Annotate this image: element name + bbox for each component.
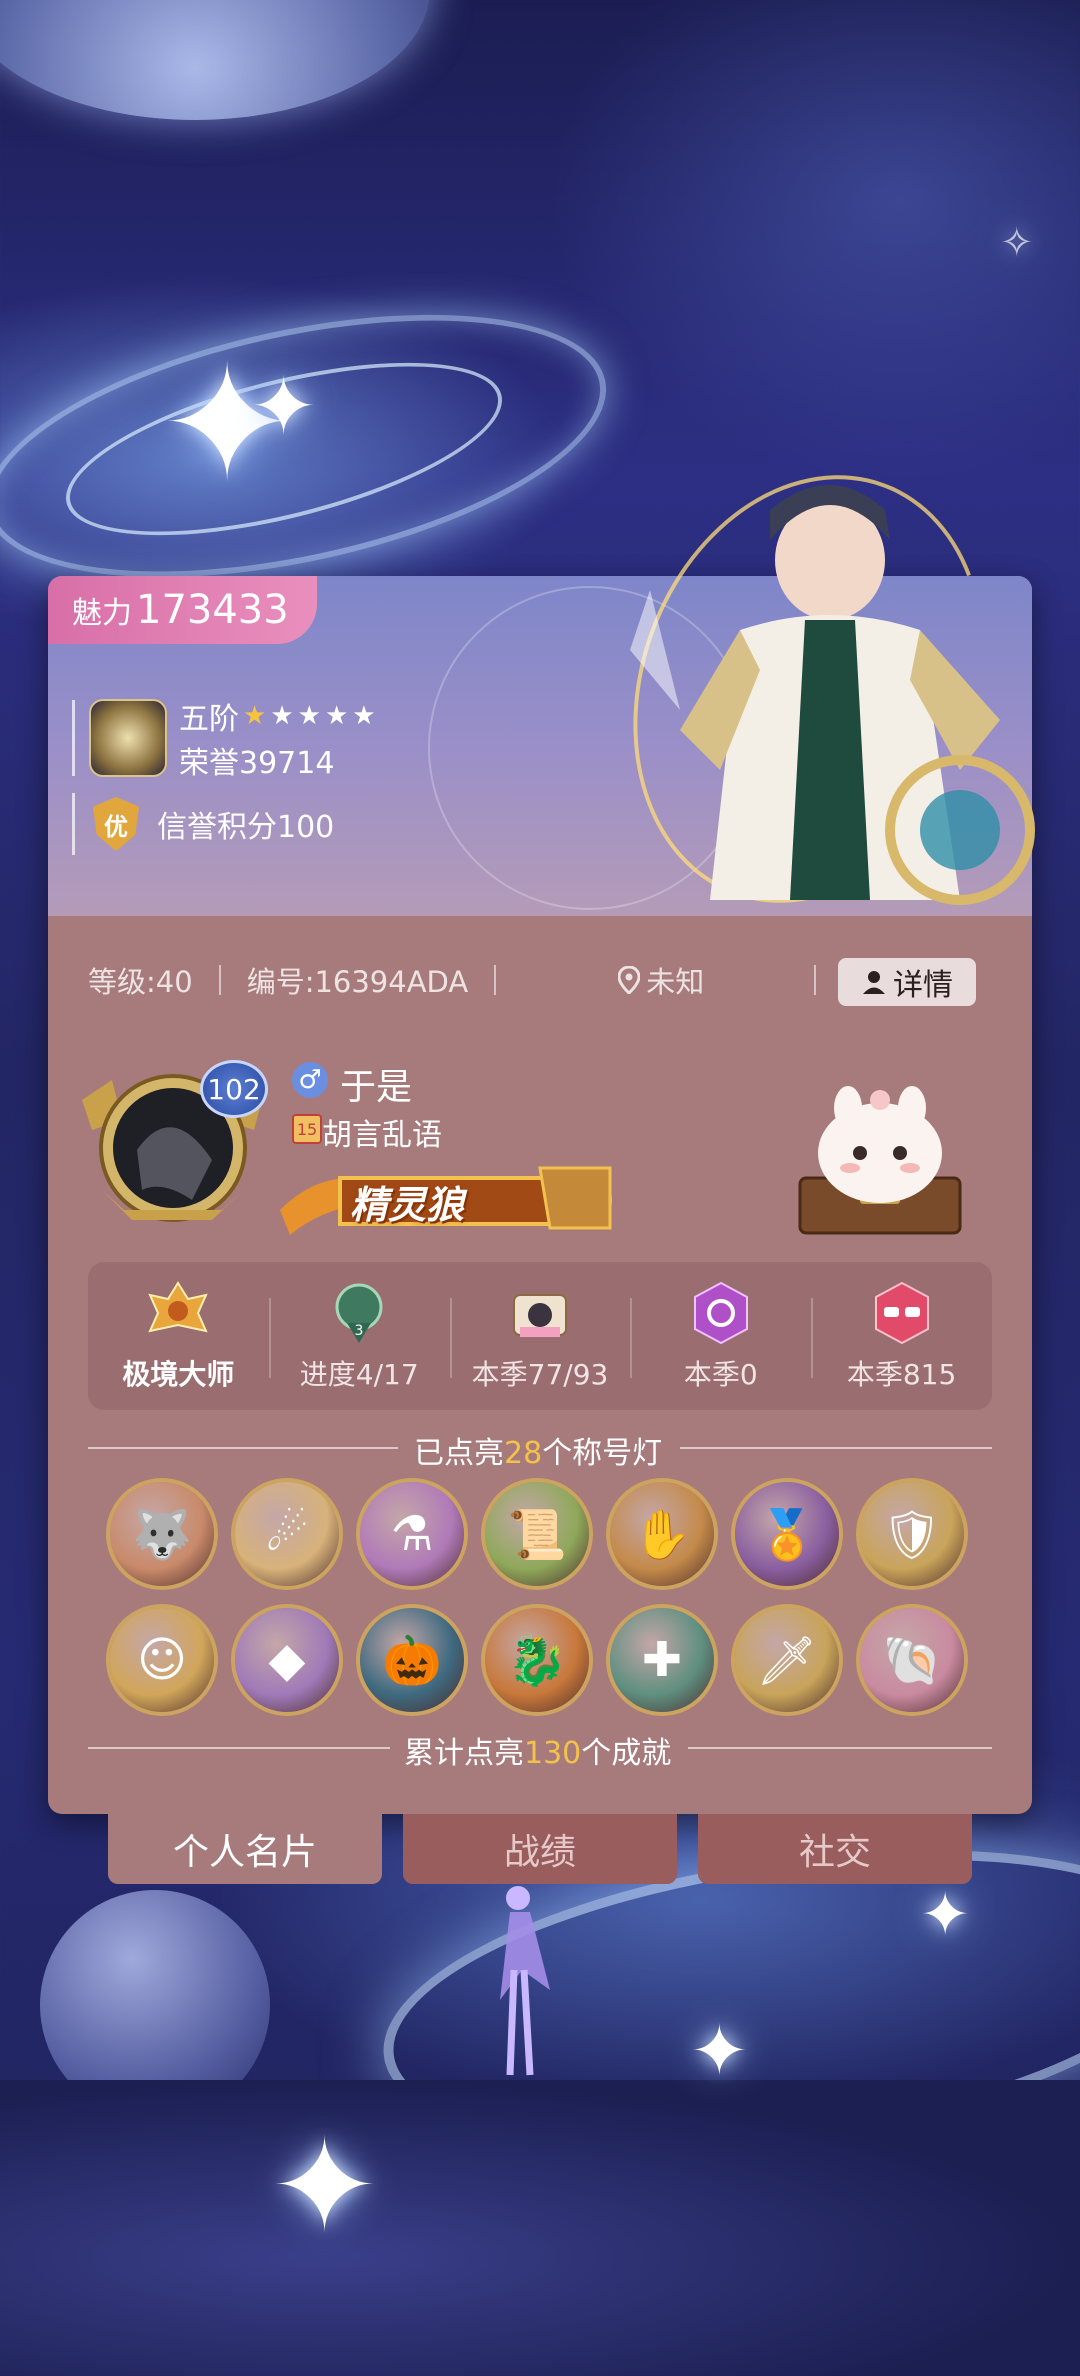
gold-medal-icon[interactable]: 🏅 <box>735 1482 839 1586</box>
details-label: 详情 <box>893 968 953 1003</box>
role-title: 精灵狼 <box>350 1183 465 1227</box>
divider <box>88 1747 390 1749</box>
background-clouds <box>0 2080 1080 2376</box>
sunglasses-icon <box>874 1281 929 1345</box>
charm-label: 魅力 <box>72 596 132 631</box>
star-icon: ★ <box>297 701 321 731</box>
role-title-banner[interactable]: 精灵狼 <box>280 1160 620 1240</box>
player-name: 于是 <box>340 1067 413 1108</box>
player-id: 编号:16394ADA <box>246 965 469 999</box>
gold-hand-icon[interactable]: ✋ <box>610 1482 714 1586</box>
titles-count: 28 <box>504 1436 543 1471</box>
stat-label: 进度4/17 <box>299 1358 419 1391</box>
crossbow-icon[interactable]: ✚ <box>610 1608 714 1712</box>
rank-row[interactable]: 五阶 ★ ★ ★ ★ ★ 荣誉39714 <box>72 699 376 781</box>
rank-tier: 五阶 <box>179 702 239 737</box>
blonde-hero-icon[interactable]: ☺ <box>110 1608 214 1712</box>
credit-score: 信誉积分100 <box>157 810 335 845</box>
location[interactable]: 未知 <box>618 959 704 1001</box>
person-icon <box>863 971 885 994</box>
separator <box>494 965 497 995</box>
star-icon: ★ <box>243 701 267 731</box>
progress-emblem-number: 3 <box>355 1323 364 1339</box>
potion-bottles-icon[interactable]: ⚗ <box>360 1482 464 1586</box>
master-rank-icon <box>148 1281 209 1333</box>
details-button[interactable]: 详情 <box>838 958 976 1006</box>
sparkle-icon: ✦ <box>690 2010 749 2092</box>
stat-rose[interactable]: 本季0 <box>630 1262 811 1410</box>
achievements-count: 130 <box>524 1736 582 1771</box>
scroll-icon[interactable]: 📜 <box>485 1482 589 1586</box>
stat-label: 本季815 <box>846 1358 957 1391</box>
sparkle-icon: ✦ <box>920 1880 971 1950</box>
stat-progress[interactable]: 3 进度4/17 <box>268 1262 450 1410</box>
tab-profile-card[interactable]: 个人名片 <box>108 1814 382 1884</box>
stat-label: 极境大师 <box>122 1358 235 1391</box>
tab-battle-record[interactable]: 战绩 <box>403 1814 677 1884</box>
stat-sunglasses[interactable]: 本季815 <box>811 1262 992 1410</box>
player-level: 等级:40 <box>88 965 193 999</box>
sparkle-icon: ✦ <box>250 360 318 453</box>
stat-label: 本季77/93 <box>471 1358 609 1391</box>
honor-points: 荣誉39714 <box>179 746 335 781</box>
wolf-claw-icon[interactable]: ☄ <box>235 1482 339 1586</box>
crystal-icon[interactable]: ◆ <box>235 1608 339 1712</box>
location-text: 未知 <box>646 965 705 999</box>
star-icon: ✧ <box>1000 220 1034 266</box>
progress-emblem-icon: 3 <box>335 1283 383 1343</box>
pet-companion[interactable] <box>790 1068 970 1238</box>
location-pin-icon <box>618 966 641 994</box>
werewolf-icon[interactable]: 🐺 <box>110 1482 214 1586</box>
star-icon: ★ <box>352 701 376 731</box>
level-badge: 102 <box>200 1060 268 1118</box>
titles-suffix: 个称号灯 <box>542 1436 663 1471</box>
achievements-suffix: 个成就 <box>581 1736 672 1771</box>
hero-character-portrait[interactable] <box>620 470 1050 920</box>
achievements-heading: 累计点亮130个成就 <box>404 1728 671 1772</box>
seashell-icon[interactable]: 🐚 <box>860 1608 964 1712</box>
title-badges-grid: 🐺 ☄ ⚗ 📜 ✋ 🏅 🛡 ☺ ◆ 🎃 🐉 ✚ 🗡 🐚 <box>110 1482 980 1712</box>
achievements-prefix: 累计点亮 <box>404 1736 524 1771</box>
rose-icon <box>693 1281 748 1345</box>
divider <box>88 1447 398 1449</box>
sparkle-icon: ✦ <box>270 2110 379 2262</box>
star-icon: ★ <box>270 701 294 731</box>
male-gender-icon: ♂ <box>292 1062 328 1098</box>
rank-emblem-icon <box>89 699 167 777</box>
pumpkin-icon[interactable]: 🎃 <box>360 1608 464 1712</box>
dagger-icon[interactable]: 🗡 <box>735 1608 839 1712</box>
credit-shield-icon: 优 <box>93 797 139 851</box>
divider <box>688 1747 992 1749</box>
stats-panel: 极境大师 3 进度4/17 本季77/93 本季0 本季815 <box>88 1262 992 1410</box>
credit-row[interactable]: 优 信誉积分100 <box>72 793 334 855</box>
background-planet <box>0 0 430 120</box>
stat-master-rank[interactable]: 极境大师 <box>88 1262 269 1410</box>
shield-sword-icon[interactable]: 🛡 <box>860 1482 964 1586</box>
camera-icon <box>512 1294 567 1337</box>
motto-icon: 15 <box>292 1114 322 1144</box>
tab-social[interactable]: 社交 <box>698 1814 972 1884</box>
dragon-book-icon[interactable]: 🐉 <box>485 1608 589 1712</box>
dancer-silhouette <box>500 1886 550 2076</box>
charm-value: 173433 <box>136 587 289 633</box>
titles-prefix: 已点亮 <box>414 1436 504 1471</box>
titles-heading: 已点亮28个称号灯 <box>414 1428 662 1472</box>
divider <box>680 1447 992 1449</box>
charm-badge: 魅力 173433 <box>48 576 317 644</box>
separator <box>814 965 817 995</box>
stat-camera[interactable]: 本季77/93 <box>449 1262 631 1410</box>
star-icon: ★ <box>324 701 349 731</box>
separator <box>218 965 221 995</box>
stat-label: 本季0 <box>683 1358 758 1391</box>
player-motto: 胡言乱语 <box>322 1118 442 1153</box>
